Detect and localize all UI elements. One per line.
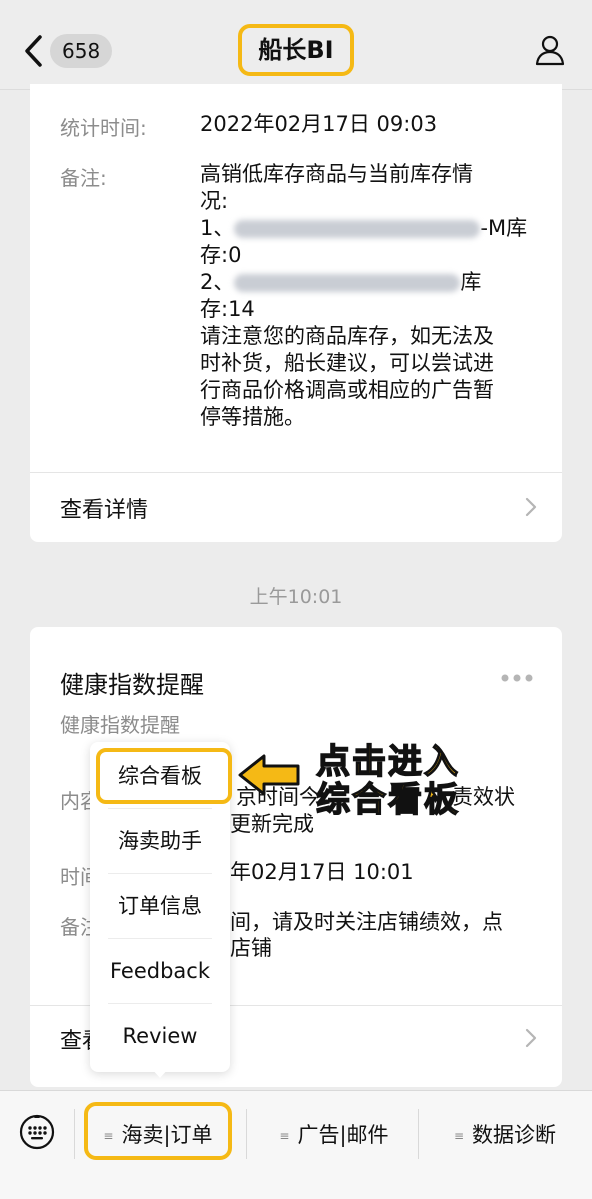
stat-time-label: 统计时间: [60, 116, 147, 140]
chevron-right-icon [525, 1028, 537, 1048]
card-title: 健康指数提醒 [60, 671, 204, 699]
remark-line: 1、 -M库 [200, 216, 528, 240]
remark-line: 时补货，船长建议，可以尝试进 [200, 351, 494, 375]
menu-item-assistant[interactable]: 海卖助手 [100, 809, 220, 873]
remark-text: 高销低库存商品与当前库存情 况: 1、 -M库 存:0 2、库 存:14 请注意您… [200, 161, 540, 431]
back-arrow-icon[interactable] [22, 32, 48, 70]
chevron-right-icon [525, 497, 537, 517]
remark-line: 高销低库存商品与当前库存情 [200, 162, 473, 186]
popup-pointer [151, 1068, 169, 1078]
card-subtitle: 健康指数提醒 [60, 713, 180, 737]
redacted-sku [234, 274, 461, 292]
user-profile-icon[interactable] [534, 34, 566, 66]
left-arrow-icon [238, 754, 300, 796]
remark-line: 存:14 [200, 297, 255, 321]
card-divider [30, 472, 562, 473]
bar-separator [246, 1109, 247, 1159]
stat-time-value: 2022年02月17日 09:03 [200, 112, 438, 136]
time-value: 年02月17日 10:01 [230, 860, 414, 884]
menu-tab-ads-mail[interactable]: ≡ 广告|邮件 [256, 1109, 412, 1161]
annotation-line: 综合看板 [315, 779, 460, 821]
remark-line: 间，请及时关注店铺绩效，点 [230, 910, 503, 934]
message-timestamp: 上午10:01 [249, 586, 343, 608]
remark-line: 存:0 [200, 243, 242, 267]
remark-line: 2、库 [200, 270, 482, 294]
menu-item-feedback[interactable]: Feedback [100, 939, 220, 1003]
chat-title: 船长BI [238, 24, 354, 76]
remark-line: 况: [200, 189, 229, 213]
unread-count-badge[interactable]: 658 [50, 34, 113, 68]
dashboard-highlight [96, 748, 232, 804]
remark-line: 店铺 [230, 936, 272, 960]
keyboard-icon[interactable] [18, 1113, 56, 1151]
menu-item-review[interactable]: Review [100, 1004, 220, 1068]
bar-separator [418, 1109, 419, 1159]
remark-line: 行商品价格调高或相应的广告暂 [200, 378, 494, 402]
remark-line: 请注意您的商品库存，如无法及 [200, 324, 494, 348]
view-details-link[interactable]: 查看详情 [60, 492, 148, 524]
sales-orders-highlight [84, 1102, 232, 1160]
redacted-sku [234, 220, 481, 238]
remark-label: 备注: [60, 166, 107, 190]
content-value-line: 更新完成 [230, 812, 314, 836]
remark-line: 停等措施。 [200, 405, 305, 429]
more-options-icon[interactable] [500, 673, 534, 683]
menu-item-orders[interactable]: 订单信息 [100, 874, 220, 938]
message-card-inventory: 统计时间: 2022年02月17日 09:03 备注: 高销低库存商品与当前库存… [30, 84, 562, 542]
chat-header: 658 船长BI [0, 0, 592, 90]
bar-separator [74, 1109, 75, 1159]
content-value-part: 责效状 [452, 785, 515, 809]
menu-tab-diagnostics[interactable]: ≡ 数据诊断 [430, 1109, 580, 1161]
